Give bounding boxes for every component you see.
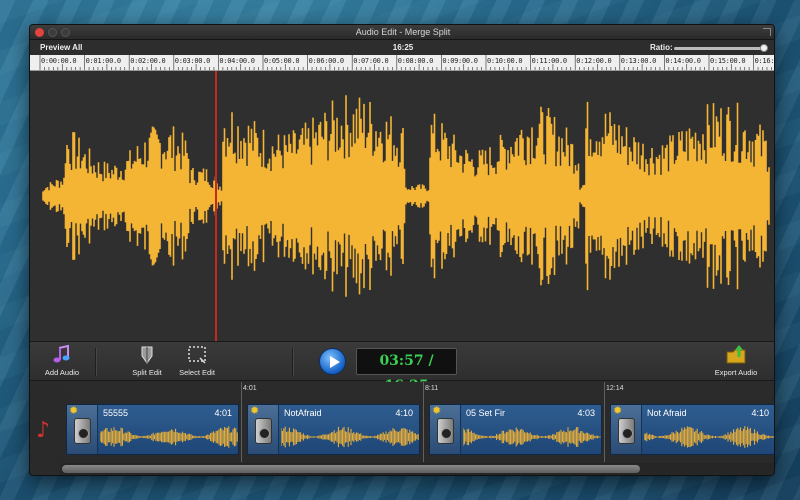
ruler-tick-label: 0:07:00.0 — [353, 57, 389, 65]
clip-waveform-path — [463, 427, 601, 447]
ruler-tick-label: 0:15:00.0 — [710, 57, 746, 65]
ratio-slider-handle[interactable] — [760, 44, 768, 52]
ruler-tick-label: 0:13:00.0 — [620, 57, 657, 65]
fullscreen-icon[interactable] — [763, 28, 771, 36]
export-audio-button[interactable]: Export Audio — [710, 344, 762, 377]
clip-thumbnail: ✹ — [430, 405, 461, 454]
export-audio-label: Export Audio — [714, 368, 758, 377]
track-time-ruler: 4:01 8:11 12:14 — [65, 382, 774, 398]
time-display: 03:57 / 16:25 — [356, 348, 457, 394]
clip-waveform — [644, 426, 774, 448]
clip-waveform — [281, 426, 419, 448]
info-bar: Preview All 16:25 Ratio: — [30, 40, 774, 55]
audio-clip[interactable]: ✹ 05 Set Fir 4:03 — [429, 404, 602, 455]
window-title: Audio Edit - Merge Split — [355, 27, 451, 37]
play-button[interactable] — [319, 348, 346, 375]
select-edit-label: Select Edit — [179, 368, 215, 377]
select-region-icon — [188, 346, 206, 364]
gear-icon[interactable]: ✹ — [250, 406, 259, 417]
toolbar: Add Audio Split Edit Select Edit 03:57 /… — [30, 341, 774, 394]
clip-boundary-marker — [604, 382, 605, 462]
track-lane: 4:01 8:11 12:14 ♪ ✹ 55555 4:01 ✹ NotAfra… — [30, 382, 774, 475]
add-audio-label: Add Audio — [44, 368, 80, 377]
clip-name: 05 Set Fir — [466, 408, 506, 418]
clip-boundary-marker — [241, 382, 242, 462]
clip-waveform-path — [281, 426, 419, 448]
ruler-tick-label: 0:09:00.0 — [442, 57, 478, 65]
clip-start-time: 8:11 — [425, 385, 439, 392]
clip-thumbnail: ✹ — [611, 405, 642, 454]
ruler-tick-label: 0:12:00.0 — [576, 57, 612, 65]
audio-clip[interactable]: ✹ Not Afraid 4:10 — [610, 404, 774, 455]
clip-waveform — [100, 426, 238, 448]
timeline-ruler[interactable]: 0:00:00.0 0:01:00.0 0:02:00.0 0:03:00.0 0:04… — [30, 55, 775, 71]
toolbar-divider — [292, 348, 293, 376]
toolbar-divider — [95, 348, 96, 376]
speaker-icon — [255, 418, 272, 444]
speaker-icon — [74, 418, 91, 444]
ruler-tick-label: 0:10:00.0 — [487, 57, 523, 65]
ruler-tick-label: 0:11:00.0 — [531, 57, 568, 65]
ruler-tick-label: 0:04:00.0 — [219, 57, 255, 65]
select-edit-button[interactable]: Select Edit — [176, 344, 218, 377]
clip-waveform-path — [100, 426, 238, 448]
clip-thumbnail: ✹ — [67, 405, 98, 454]
gear-icon[interactable]: ✹ — [613, 406, 622, 417]
music-note-icon: ♪ — [36, 418, 51, 443]
waveform-graphic — [42, 95, 770, 297]
track-header: ♪ — [30, 398, 65, 460]
clip-thumbnail: ✹ — [248, 405, 279, 454]
ruler-tick-label: 0:16:00 — [754, 57, 775, 65]
speaker-icon — [437, 418, 454, 444]
music-notes-icon — [53, 344, 70, 363]
ruler-tick-label: 0:01:00.0 — [85, 57, 122, 65]
gear-icon[interactable]: ✹ — [69, 406, 78, 417]
speaker-icon — [618, 418, 635, 444]
split-edit-label: Split Edit — [132, 368, 162, 377]
app-window: Audio Edit - Merge Split Preview All 16:… — [29, 24, 775, 476]
ruler-tick-label: 0:00:00.0 — [41, 57, 77, 65]
ratio-label: Ratio: — [650, 43, 673, 52]
gear-icon[interactable]: ✹ — [432, 406, 441, 417]
clip-name: Not Afraid — [647, 408, 687, 418]
audio-clip[interactable]: ✹ 55555 4:01 — [66, 404, 239, 455]
add-audio-button[interactable]: Add Audio — [40, 344, 84, 377]
playhead-cursor[interactable] — [215, 71, 217, 341]
clip-name: 55555 — [103, 408, 129, 418]
clip-waveform-path — [644, 426, 774, 448]
waveform-path — [42, 95, 770, 297]
ruler-tick-label: 0:03:00.0 — [174, 57, 211, 65]
clip-waveform — [463, 427, 601, 447]
export-folder-icon — [726, 345, 746, 364]
ruler-tick-label: 0:02:00.0 — [130, 57, 166, 65]
waveform-view[interactable] — [30, 71, 774, 341]
clip-boundary-marker — [423, 382, 424, 462]
scrollbar-thumb[interactable] — [62, 465, 640, 473]
clip-duration: 4:10 — [751, 408, 769, 418]
ruler-tick-label: 0:06:00.0 — [308, 57, 345, 65]
title-bar: Audio Edit - Merge Split — [30, 25, 774, 40]
clip-start-time: 4:01 — [243, 385, 257, 392]
clip-name: NotAfraid — [284, 408, 322, 418]
ruler-tick-label: 0:08:00.0 — [397, 57, 434, 65]
split-edit-button[interactable]: Split Edit — [127, 344, 167, 377]
clip-start-time: 12:14 — [606, 385, 624, 392]
audio-clip[interactable]: ✹ NotAfraid 4:10 — [247, 404, 420, 455]
ratio-slider-track[interactable] — [674, 47, 766, 50]
horizontal-scrollbar[interactable] — [60, 463, 774, 475]
ruler-tick-label: 0:14:00.0 — [665, 57, 701, 65]
split-marker-icon — [141, 346, 153, 364]
clip-duration: 4:03 — [577, 408, 595, 418]
clip-duration: 4:10 — [395, 408, 413, 418]
ruler-tick-label: 0:05:00.0 — [264, 57, 300, 65]
clip-duration: 4:01 — [214, 408, 232, 418]
